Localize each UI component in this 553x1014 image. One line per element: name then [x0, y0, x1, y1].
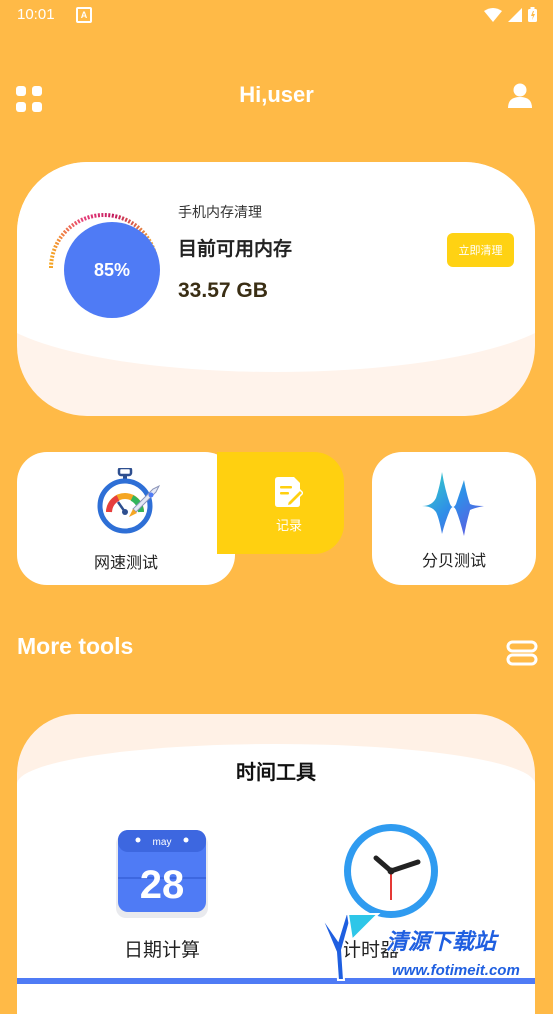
user-icon[interactable]: [507, 82, 533, 108]
time-tools-title: 时间工具: [236, 760, 316, 784]
stopwatch-rocket-icon: [97, 468, 160, 534]
watermark-text: 清源下载站: [386, 930, 497, 955]
calendar-day: 28: [140, 863, 185, 907]
calendar-icon[interactable]: may 28: [114, 828, 210, 920]
record-label: 记录: [275, 519, 302, 534]
memory-percent: 85%: [64, 222, 160, 318]
decibel-test-label: 分贝测试: [421, 551, 486, 570]
memory-title: 目前可用内存: [178, 238, 293, 260]
calendar-month: may: [153, 837, 172, 848]
status-icons: [484, 7, 537, 22]
memory-label: 手机内存清理: [178, 205, 262, 221]
signal-icon: [508, 7, 522, 22]
sound-wave-icon: [422, 472, 484, 536]
memory-value: 33.57 GB: [178, 279, 268, 302]
wifi-icon: [484, 7, 502, 22]
note-edit-icon: [275, 477, 303, 507]
layout-toggle-icon[interactable]: [506, 640, 538, 666]
status-time: 10:01: [17, 6, 55, 23]
more-tools-title: More tools: [17, 633, 134, 659]
greeting-title: Hi,user: [239, 82, 314, 107]
clean-now-button[interactable]: 立即清理: [447, 233, 514, 267]
notification-icon: A: [76, 7, 92, 23]
date-calc-label: 日期计算: [123, 939, 200, 961]
battery-icon: [528, 7, 537, 22]
clock-icon[interactable]: [342, 822, 440, 920]
watermark-url: www.fotimeit.com: [392, 962, 520, 979]
speed-test-label: 网速测试: [93, 553, 158, 572]
